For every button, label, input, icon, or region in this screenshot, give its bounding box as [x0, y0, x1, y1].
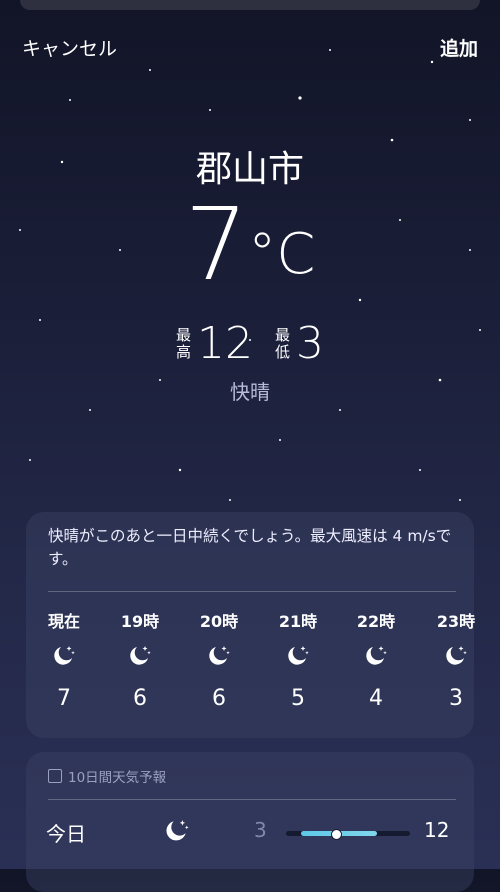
hour-label: 21時	[278, 612, 318, 631]
low-label-char-2: 低	[275, 342, 291, 361]
hourly-list[interactable]: 現在 7 19時 6 20時 6 21時 5 22時 4 23時 3	[26, 608, 475, 728]
high-value: 12	[197, 318, 253, 369]
hour-label: 22時	[356, 612, 396, 631]
moon-stars-icon	[54, 646, 75, 665]
forecast-header-label: 10日間天気予報	[68, 770, 167, 786]
moon-stars-icon	[130, 646, 151, 665]
hour-label: 現在	[47, 612, 80, 631]
current-temperature: 7°C	[0, 185, 500, 305]
moon-stars-icon	[366, 646, 387, 665]
condition-text: 快晴	[230, 380, 270, 404]
forecast-row-today[interactable]: 今日 3 12	[26, 814, 474, 854]
low-temp: 最 低 3	[275, 318, 324, 369]
forecast-header: 10日間天気予報	[48, 766, 166, 786]
temperature-range-bar	[286, 829, 410, 840]
forecast-summary: 快晴がこのあと一日中続くでしょう。最大風速は 4 m/sです。	[48, 527, 452, 568]
calendar-icon	[48, 769, 62, 783]
card-divider	[48, 591, 456, 592]
moon-stars-icon	[209, 646, 230, 665]
hour-label: 19時	[120, 612, 160, 631]
ten-day-forecast-card[interactable]: 10日間天気予報 今日 3 12	[26, 752, 474, 892]
cancel-button[interactable]: キャンセル	[22, 34, 117, 61]
sheet-top-edge	[20, 0, 480, 10]
hour-temp: 7	[57, 686, 71, 711]
high-label-char-1: 最	[175, 325, 191, 344]
hour-temp: 6	[133, 686, 147, 711]
moon-stars-icon	[288, 646, 309, 665]
moon-stars-icon	[166, 820, 189, 841]
high-label-char-2: 高	[175, 342, 191, 361]
hour-label: 23時	[436, 612, 476, 631]
hour-temp: 5	[291, 686, 305, 711]
forecast-day: 今日	[46, 822, 86, 846]
temp-unit: °C	[248, 222, 316, 287]
low-value: 3	[296, 318, 325, 369]
current-temp-indicator	[331, 829, 342, 840]
star-field-background	[19, 49, 481, 501]
high-temp: 最 高 12	[176, 318, 253, 369]
forecast-low: 3	[254, 818, 267, 842]
hour-label: 20時	[199, 612, 239, 631]
low-label-char-1: 最	[275, 325, 291, 344]
forecast-high: 12	[424, 818, 450, 842]
high-label: 最 高	[175, 325, 191, 361]
hour-temp: 3	[449, 686, 463, 711]
card-divider	[48, 799, 456, 800]
high-low-row: 最 高 12 最 低 3	[0, 318, 500, 369]
hourly-forecast-card[interactable]: 快晴がこのあと一日中続くでしょう。最大風速は 4 m/sです。 現在 7 19時…	[26, 512, 475, 738]
low-label: 最 低	[275, 325, 291, 361]
add-button[interactable]: 追加	[440, 34, 478, 61]
hour-temp: 6	[212, 686, 226, 711]
current-temp-value: 7	[184, 186, 249, 303]
hour-temp: 4	[369, 686, 383, 711]
moon-stars-icon	[446, 646, 467, 665]
